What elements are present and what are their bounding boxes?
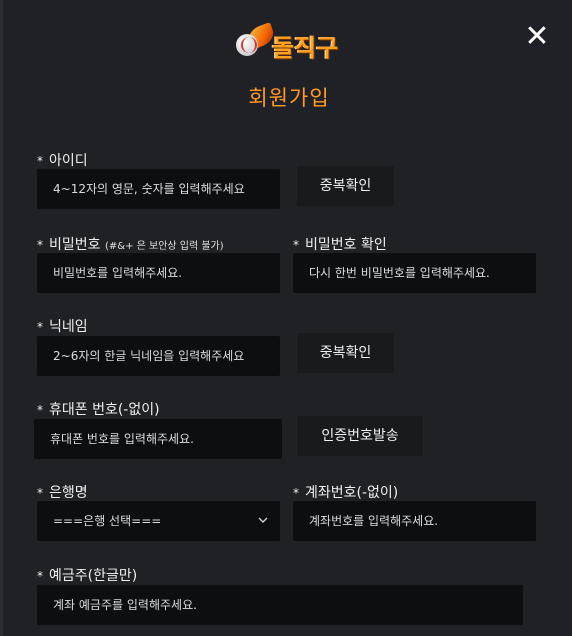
required-mark: * [37,238,43,252]
bank-label-text: 은행명 [49,485,88,501]
close-icon: ✕ [524,19,550,54]
account-holder-input[interactable] [37,585,523,625]
logo-text: 돌직구 [272,34,339,62]
id-label-text: 아이디 [49,153,88,169]
bank-select-value: ===은행 선택=== [53,514,162,528]
password-note: (#&+ 은 보안상 입력 불가) [104,241,224,252]
nickname-label-text: 닉네임 [49,319,88,335]
required-mark: * [293,238,299,252]
password-confirm-label-text: 비밀번호 확인 [305,237,387,253]
id-input[interactable] [37,169,280,209]
send-verification-button[interactable]: 인증번호발송 [297,416,423,456]
nickname-duplicate-check-button[interactable]: 중복확인 [297,333,394,373]
password-label: * 비밀번호 (#&+ 은 보안상 입력 불가) [37,234,224,254]
required-mark: * [293,486,299,500]
required-mark: * [37,486,43,500]
bank-select[interactable]: ===은행 선택=== [37,501,280,541]
required-mark: * [37,320,43,334]
nickname-input[interactable] [37,336,280,376]
phone-label-text: 휴대폰 번호(-없이) [49,402,160,418]
id-duplicate-check-button[interactable]: 중복확인 [297,166,394,206]
nickname-label: * 닉네임 [37,316,88,336]
holder-label-text: 예금주(한글만) [49,568,138,584]
id-label: * 아이디 [37,150,88,170]
password-label-text: 비밀번호 [49,237,101,253]
phone-label: * 휴대폰 번호(-없이) [37,399,160,419]
bank-label: * 은행명 [37,482,88,502]
password-confirm-label: * 비밀번호 확인 [293,234,387,254]
password-confirm-input[interactable] [293,253,536,293]
chevron-down-icon [258,517,268,523]
baseball-icon [236,34,258,56]
holder-label: * 예금주(한글만) [37,565,137,585]
close-button[interactable]: ✕ [523,22,551,52]
signup-modal: 돌직구 ✕ 회원가입 * 아이디 중복확인 * 비밀번호 (#&+ 은 보안상 입력… [0,0,572,636]
account-number-input[interactable] [293,501,536,541]
site-logo: 돌직구 [236,22,352,62]
required-mark: * [37,569,43,583]
phone-input[interactable] [34,419,282,459]
password-input[interactable] [37,253,280,293]
required-mark: * [37,154,43,168]
page-title: 회원가입 [248,86,330,110]
required-mark: * [37,403,43,417]
account-label-text: 계좌번호(-없이) [305,485,399,501]
account-label: * 계좌번호(-없이) [293,482,398,502]
